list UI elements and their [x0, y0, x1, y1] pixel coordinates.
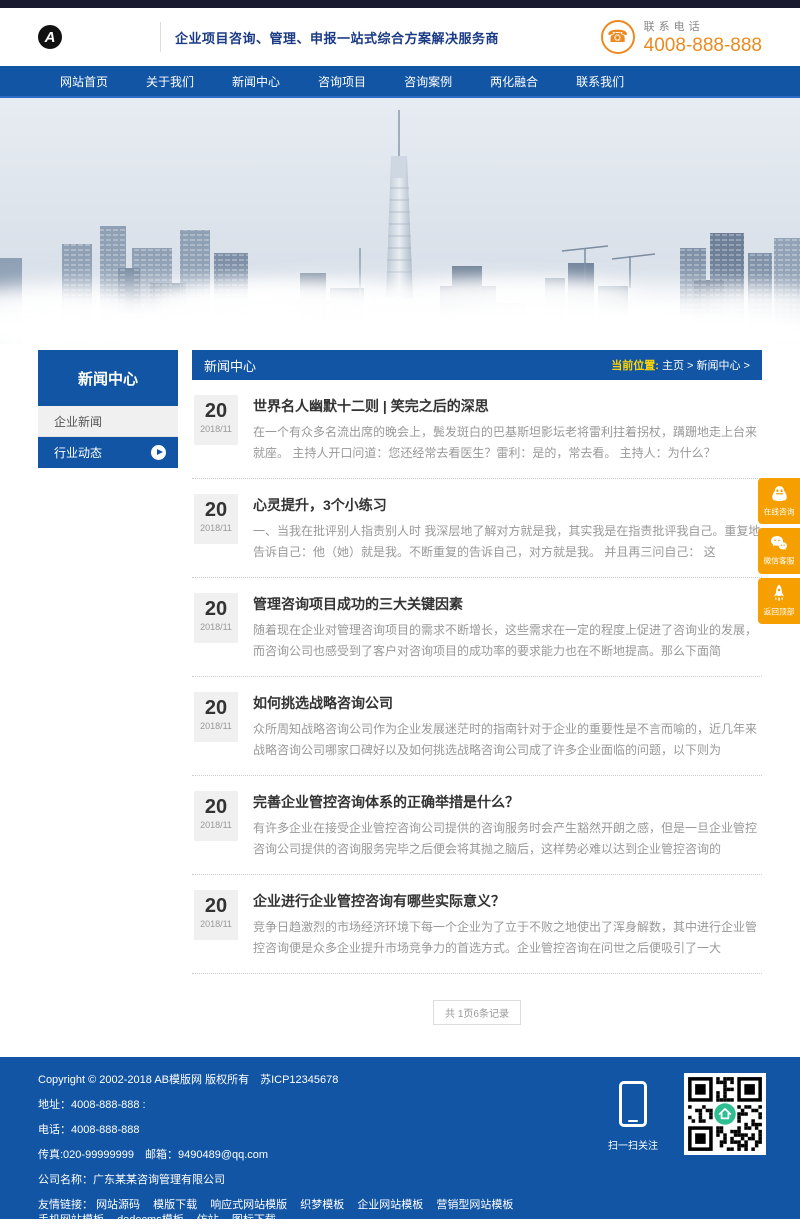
- site-header: A 企业项目咨询、管理、申报一站式综合方案解决服务商 ☎ 联系电话 4008-8…: [0, 8, 800, 66]
- news-list-item[interactable]: 20 2018/11 如何挑选战略咨询公司 众所周知战略咨询公司作为企业发展迷茫…: [192, 677, 762, 776]
- smartphone-icon: [619, 1081, 647, 1127]
- news-title-link[interactable]: 世界名人幽默十二则 | 笑完之后的深思: [253, 396, 762, 416]
- news-list-item[interactable]: 20 2018/11 企业进行企业管控咨询有哪些实际意义？ 竞争日趋激烈的市场经…: [192, 875, 762, 974]
- news-summary: 众所周知战略咨询公司作为企业发展迷茫时的指南针对于企业的重要性是不言而喻的，近几…: [253, 719, 762, 761]
- nav-item-about[interactable]: 关于我们: [146, 73, 194, 90]
- news-summary: 竞争日趋激烈的市场经济环境下每一个企业为了立于不败之地使出了浑身解数，其中进行企…: [253, 917, 762, 959]
- news-day: 20: [194, 499, 238, 521]
- news-yearmonth: 2018/11: [194, 424, 238, 434]
- news-date-badge: 20 2018/11: [194, 593, 238, 643]
- wechat-icon: [770, 535, 788, 551]
- top-strip: [0, 0, 800, 8]
- news-summary: 随着现在企业对管理咨询项目的需求不断增长，这些需求在一定的程度上促进了咨询业的发…: [253, 620, 762, 662]
- news-date-badge: 20 2018/11: [194, 890, 238, 940]
- sidebar-item-industry-news[interactable]: 行业动态: [38, 437, 178, 468]
- section-title: 新闻中心: [204, 356, 256, 375]
- news-day: 20: [194, 400, 238, 422]
- news-day: 20: [194, 796, 238, 818]
- main-area: 新闻中心 企业新闻 行业动态 新闻中心 当前位置: 主页 > 新闻中心 > 20…: [0, 350, 800, 1025]
- sidebar-title: 新闻中心: [38, 350, 178, 406]
- nav-item-contact[interactable]: 联系我们: [576, 73, 624, 90]
- friend-links-label: 友情链接：: [38, 1199, 93, 1211]
- news-yearmonth: 2018/11: [194, 820, 238, 830]
- nav-item-projects[interactable]: 咨询项目: [318, 73, 366, 90]
- float-button-label: 微信客服: [764, 555, 795, 566]
- news-summary: 有许多企业在接受企业管控咨询公司提供的咨询服务时会产生豁然开朗之感，但是一旦企业…: [253, 818, 762, 860]
- news-title-link[interactable]: 完善企业管控咨询体系的正确举措是什么？: [253, 792, 762, 812]
- news-date-badge: 20 2018/11: [194, 692, 238, 742]
- news-day: 20: [194, 895, 238, 917]
- qr-code: [684, 1073, 766, 1155]
- news-title-link[interactable]: 如何挑选战略咨询公司: [253, 693, 762, 713]
- float-button-label: 在线咨询: [764, 505, 795, 516]
- friend-links: 友情链接： 网站源码 模版下载 响应式网站模版 织梦模板 企业网站模板 营销型网…: [38, 1198, 583, 1228]
- news-date-badge: 20 2018/11: [194, 395, 238, 445]
- news-date-badge: 20 2018/11: [194, 494, 238, 544]
- news-title-link[interactable]: 企业进行企业管控咨询有哪些实际意义？: [253, 891, 762, 911]
- news-content: 新闻中心 当前位置: 主页 > 新闻中心 > 20 2018/11 世界名人幽默…: [192, 350, 762, 1025]
- news-list-item[interactable]: 20 2018/11 管理咨询项目成功的三大关键因素 随着现在企业对管理咨询项目…: [192, 578, 762, 677]
- news-date-badge: 20 2018/11: [194, 791, 238, 841]
- sidebar-item-label: 行业动态: [54, 444, 102, 461]
- hero-banner-image: [0, 98, 800, 344]
- news-yearmonth: 2018/11: [194, 919, 238, 929]
- news-day: 20: [194, 697, 238, 719]
- friend-link[interactable]: 织梦模板: [300, 1198, 344, 1213]
- wechat-service-button[interactable]: 微信客服: [758, 528, 800, 574]
- news-day: 20: [194, 598, 238, 620]
- friend-link[interactable]: 模版下载: [153, 1198, 197, 1213]
- nav-item-integration[interactable]: 两化融合: [490, 73, 538, 90]
- site-footer: Copyright © 2002-2018 AB模版网 版权所有 苏ICP123…: [0, 1057, 800, 1219]
- friend-link[interactable]: 手机网站模板: [38, 1213, 104, 1228]
- news-list-item[interactable]: 20 2018/11 完善企业管控咨询体系的正确举措是什么？ 有许多企业在接受企…: [192, 776, 762, 875]
- friend-link[interactable]: 企业网站模板: [357, 1198, 423, 1213]
- pagination-info[interactable]: 共 1页6条记录: [433, 1000, 521, 1025]
- nav-item-news[interactable]: 新闻中心: [232, 73, 280, 90]
- news-yearmonth: 2018/11: [194, 622, 238, 632]
- back-to-top-button[interactable]: 返回顶部: [758, 578, 800, 624]
- news-summary: 一、当我在批评别人指责别人时 我深层地了解对方就是我，其实我是在指责批评我自己。…: [253, 521, 762, 563]
- online-consult-button[interactable]: 在线咨询: [758, 478, 800, 524]
- news-title-link[interactable]: 管理咨询项目成功的三大关键因素: [253, 594, 762, 614]
- news-yearmonth: 2018/11: [194, 523, 238, 533]
- friend-link[interactable]: dedecms模板: [117, 1213, 184, 1228]
- news-title-link[interactable]: 心灵提升，3个小练习: [253, 495, 762, 515]
- news-list-item[interactable]: 20 2018/11 世界名人幽默十二则 | 笑完之后的深思 在一个有众多名流出…: [192, 380, 762, 479]
- phone-number: 4008-888-888: [644, 35, 762, 57]
- rocket-icon: [771, 584, 787, 602]
- breadcrumb-path[interactable]: 主页 > 新闻中心 >: [662, 360, 750, 372]
- nav-item-home[interactable]: 网站首页: [60, 73, 108, 90]
- header-divider: [160, 22, 161, 52]
- qq-icon: [771, 485, 788, 502]
- news-list-item[interactable]: 20 2018/11 心灵提升，3个小练习 一、当我在批评别人指责别人时 我深层…: [192, 479, 762, 578]
- scan-follow-block: 扫一扫关注: [608, 1081, 658, 1152]
- news-sidebar: 新闻中心 企业新闻 行业动态: [38, 350, 178, 1025]
- content-header-bar: 新闻中心 当前位置: 主页 > 新闻中心 >: [192, 350, 762, 380]
- scan-follow-label: 扫一扫关注: [608, 1137, 658, 1152]
- breadcrumb-label: 当前位置:: [611, 360, 659, 372]
- friend-link[interactable]: 图标下载: [232, 1213, 276, 1228]
- sidebar-item-label: 企业新闻: [54, 413, 102, 430]
- friend-link[interactable]: 仿站: [197, 1213, 219, 1228]
- site-logo[interactable]: A: [38, 25, 62, 49]
- news-yearmonth: 2018/11: [194, 721, 238, 731]
- main-nav: 网站首页 关于我们 新闻中心 咨询项目 咨询案例 两化融合 联系我们: [0, 66, 800, 98]
- sidebar-item-company-news[interactable]: 企业新闻: [38, 406, 178, 437]
- phone-label: 联系电话: [644, 18, 762, 34]
- contact-phone-block: ☎ 联系电话 4008-888-888: [601, 18, 762, 57]
- floating-toolbar: 在线咨询 微信客服 返回顶部: [758, 478, 800, 628]
- friend-link[interactable]: 营销型网站模板: [436, 1198, 513, 1213]
- pagination: 共 1页6条记录: [192, 1000, 762, 1025]
- phone-icon: ☎: [601, 20, 635, 54]
- nav-item-cases[interactable]: 咨询案例: [404, 73, 452, 90]
- breadcrumb: 当前位置: 主页 > 新闻中心 >: [611, 357, 750, 373]
- friend-link[interactable]: 网站源码: [96, 1198, 140, 1213]
- footer-company: 公司名称：广东某某咨询管理有限公司: [38, 1173, 762, 1188]
- float-button-label: 返回顶部: [764, 606, 795, 617]
- news-summary: 在一个有众多名流出席的晚会上，鬓发斑白的巴基斯坦影坛老将雷利拄着拐杖，蹒跚地走上…: [253, 422, 762, 464]
- friend-link[interactable]: 响应式网站模版: [210, 1198, 287, 1213]
- site-slogan: 企业项目咨询、管理、申报一站式综合方案解决服务商: [175, 28, 499, 47]
- arrow-circle-icon: [151, 445, 166, 460]
